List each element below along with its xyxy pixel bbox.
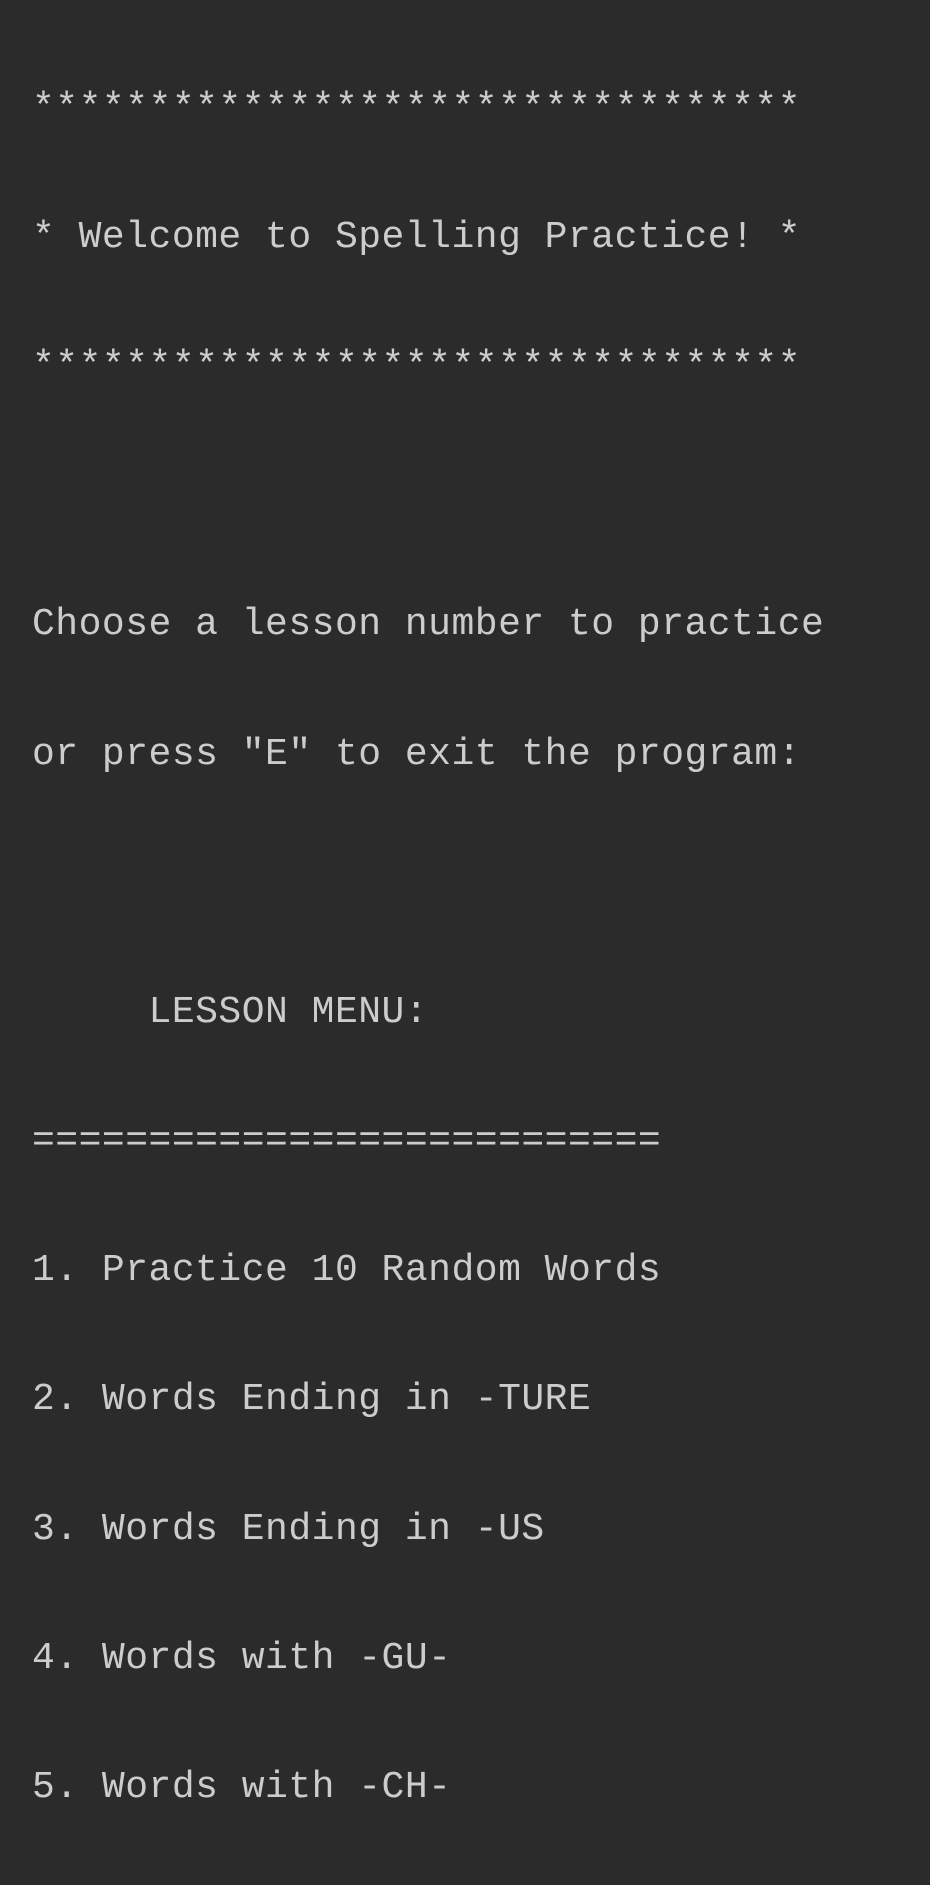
- menu-item-2: 2. Words Ending in -TURE: [32, 1368, 898, 1433]
- menu-item-5: 5. Words with -CH-: [32, 1756, 898, 1821]
- menu-header: LESSON MENU:: [32, 981, 898, 1046]
- menu-item-1: 1. Practice 10 Random Words: [32, 1239, 898, 1304]
- banner-border-bottom: *********************************: [32, 335, 898, 400]
- banner-title: * Welcome to Spelling Practice! *: [32, 206, 898, 271]
- menu-item-3: 3. Words Ending in -US: [32, 1498, 898, 1563]
- menu-item-4: 4. Words with -GU-: [32, 1627, 898, 1692]
- prompt-line-1: Choose a lesson number to practice: [32, 593, 898, 658]
- terminal-output[interactable]: ********************************* * Welc…: [32, 12, 898, 1885]
- banner-border-top: *********************************: [32, 77, 898, 142]
- menu-divider: ===========================: [32, 1110, 898, 1175]
- prompt-line-2: or press "E" to exit the program:: [32, 723, 898, 788]
- blank-line: [32, 464, 898, 529]
- blank-line: [32, 852, 898, 917]
